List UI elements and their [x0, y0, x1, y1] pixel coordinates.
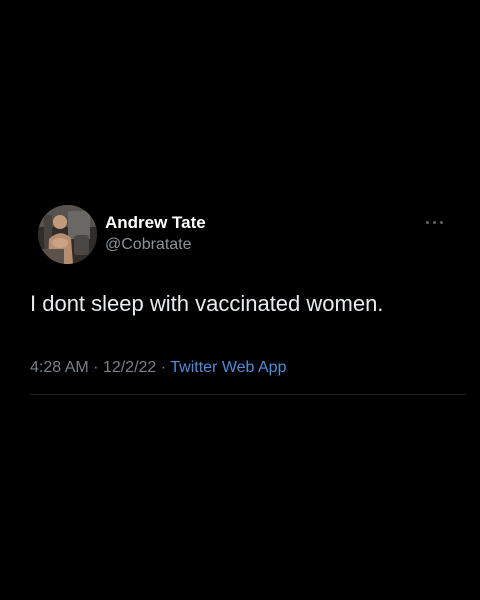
- more-horizontal-icon[interactable]: [423, 212, 453, 232]
- avatar-photo: [38, 205, 97, 264]
- tweet-meta: 4:28 AM · 12/2/22 · Twitter Web App: [30, 358, 286, 378]
- tweet-card: Andrew Tate @Cobratate I dont sleep with…: [24, 198, 466, 396]
- divider: [30, 394, 466, 395]
- author-name[interactable]: Andrew Tate: [105, 213, 206, 233]
- avatar[interactable]: [38, 205, 97, 264]
- author-handle[interactable]: @Cobratate: [105, 235, 192, 255]
- meta-separator: ·: [160, 359, 167, 376]
- meta-separator: ·: [93, 359, 99, 376]
- tweet-source-link[interactable]: Twitter Web App: [170, 359, 286, 376]
- tweet-time[interactable]: 4:28 AM: [30, 359, 89, 376]
- tweet-text: I dont sleep with vaccinated women.: [30, 291, 384, 316]
- tweet-date[interactable]: 12/2/22: [103, 359, 156, 376]
